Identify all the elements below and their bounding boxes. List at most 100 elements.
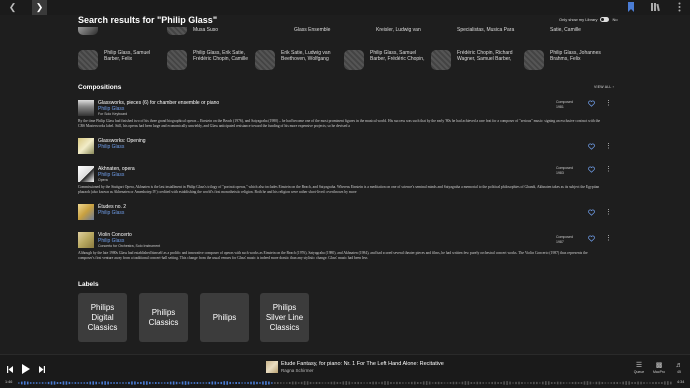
more-vertical-icon[interactable]: ⋮ (605, 209, 612, 216)
device-button[interactable]: ▩ MacPro (652, 361, 666, 374)
avatar (344, 50, 364, 70)
composition-item[interactable]: Glassworks, pieces (6) for chamber ensem… (78, 100, 613, 134)
library-toggle-label: Only show my Library (559, 17, 598, 22)
date-label: Composed (556, 235, 573, 239)
composition-date: Composed 1983 (556, 166, 573, 175)
time-total: 4:34 (677, 380, 685, 384)
composition-item[interactable]: Glassworks: Opening Philip Glass ⋮ (78, 138, 613, 156)
forward-button[interactable]: ❯ (32, 0, 47, 15)
avatar (78, 50, 98, 70)
person-card[interactable]: Kreisler, Ludwig van (350, 27, 421, 35)
person-name: Philip Glass, Johannes Brahms, Felix (550, 50, 601, 62)
composition-date: Composed 1981 (556, 100, 573, 109)
heart-icon[interactable] (588, 143, 595, 150)
composition-description: Although by the late 1980s Glass had est… (78, 251, 588, 260)
person-name: Specialistas, Musica Para (457, 27, 515, 33)
person-name: Kreisler, Ludwig van (376, 27, 421, 33)
heart-icon[interactable] (588, 166, 595, 173)
person-name: Philip Glass, Samuel Barber, Frédéric Ch… (370, 50, 425, 62)
now-playing-art[interactable] (266, 361, 278, 373)
person-name: Erik Satie, Ludwig van Beethoven, Wolfga… (281, 50, 331, 62)
date-value: 1981 (556, 104, 564, 109)
top-bar: ❮ ❯ (0, 0, 690, 15)
composition-item[interactable]: Études no. 2 Philip Glass ⋮ (78, 204, 613, 222)
progress-waveform[interactable] (18, 381, 673, 385)
date-value: 1983 (556, 170, 564, 175)
more-vertical-icon[interactable]: ⋮ (605, 100, 612, 107)
volume-value: 45 (677, 370, 681, 374)
chevron-left-icon: ❮ (8, 2, 17, 12)
bookmark-icon[interactable] (626, 2, 636, 12)
label-tile[interactable]: Philips Classics (139, 293, 188, 342)
composer-link[interactable]: Philip Glass (98, 144, 124, 150)
next-icon[interactable] (39, 366, 45, 373)
queue-icon: ☰ (635, 362, 643, 369)
library-toggle-state: No (612, 17, 618, 22)
label-tile[interactable]: Philips (200, 293, 249, 342)
person-card[interactable]: Philip Glass, Samuel Barber, Frédéric Ch… (344, 50, 430, 70)
play-icon[interactable] (22, 364, 30, 374)
avatar (167, 50, 187, 70)
heart-icon[interactable] (588, 100, 595, 107)
person-card[interactable]: Specialistas, Musica Para (431, 27, 514, 35)
library-icon[interactable] (650, 2, 660, 12)
person-card[interactable]: Philip Glass, Johannes Brahms, Felix (524, 50, 610, 70)
chevron-right-icon: ❯ (35, 2, 44, 12)
person-card[interactable]: Musa Suso (167, 27, 218, 35)
person-card[interactable] (78, 27, 98, 35)
device-label: MacPro (652, 370, 666, 374)
library-toggle[interactable]: Only show my Library No (559, 17, 618, 22)
person-card[interactable]: Glass Ensemble (268, 27, 330, 35)
people-row-partial: Musa Suso Glass Ensemble Kreisler, Ludwi… (78, 27, 678, 39)
composer-link[interactable]: Philip Glass (98, 210, 124, 216)
heart-icon[interactable] (588, 209, 595, 216)
now-playing-artist[interactable]: Ragna Schirmer (281, 368, 314, 373)
previous-icon[interactable] (7, 366, 13, 373)
album-art (78, 138, 94, 154)
more-vertical-icon[interactable]: ⋮ (605, 143, 612, 150)
composition-description: Commissioned by the Stuttgart Opera, Akh… (78, 185, 600, 194)
avatar (255, 50, 275, 70)
person-card[interactable]: Frédéric Chopin, Richard Wagner, Samuel … (431, 50, 517, 70)
avatar (524, 50, 544, 70)
person-card[interactable]: Philip Glass, Erik Satie, Frédéric Chopi… (167, 50, 253, 70)
toggle-switch[interactable] (600, 17, 610, 22)
album-art (78, 166, 94, 182)
person-card[interactable]: Erik Satie, Ludwig van Beethoven, Wolfga… (255, 50, 341, 70)
view-all-label: VIEW ALL (594, 85, 612, 89)
now-playing-title[interactable]: Etude Fantasy, for piano: Nr. 1 For The … (281, 361, 444, 367)
heart-icon[interactable] (588, 235, 595, 242)
more-vertical-icon[interactable]: ⋮ (605, 166, 612, 173)
composition-description: By the time Philip Glass had finished tw… (78, 119, 601, 128)
more-vertical-icon[interactable]: ⋮ (605, 235, 612, 242)
menu-icon[interactable] (674, 2, 684, 12)
queue-button[interactable]: ☰ Queue (632, 361, 646, 374)
date-label: Composed (556, 166, 573, 170)
album-art (78, 204, 94, 220)
player-bar: Etude Fantasy, for piano: Nr. 1 For The … (0, 354, 690, 388)
label-tile[interactable]: Philips Silver Line Classics (260, 293, 309, 342)
person-name: Satie, Camille (550, 27, 581, 33)
person-name: Philip Glass, Samuel Barber, Felix (104, 50, 151, 62)
avatar (431, 50, 451, 70)
volume-button[interactable]: ♬ 45 (672, 361, 686, 374)
composition-genre: For Solo Keyboard (98, 112, 128, 116)
speaker-icon: ▩ (655, 362, 663, 369)
volume-icon: ♬ (675, 362, 683, 369)
composition-item[interactable]: Violin Concerto Philip Glass Concerto fo… (78, 232, 613, 272)
view-all-link[interactable]: VIEW ALL › (594, 85, 614, 89)
person-name: Philip Glass, Erik Satie, Frédéric Chopi… (193, 50, 249, 62)
composition-item[interactable]: Akhnaten, opera Philip Glass Opera Compo… (78, 166, 613, 200)
person-card[interactable]: Satie, Camille (524, 27, 581, 35)
album-art (78, 100, 94, 116)
person-card[interactable]: Philip Glass, Samuel Barber, Felix (78, 50, 164, 70)
queue-label: Queue (633, 370, 645, 374)
time-elapsed: 1:46 (5, 380, 13, 384)
back-button[interactable]: ❮ (5, 0, 20, 15)
composition-date: Composed 1987 (556, 235, 573, 244)
album-art (78, 232, 94, 248)
page-title: Search results for "Philip Glass" (78, 15, 218, 25)
label-tile[interactable]: Philips Digital Classics (78, 293, 127, 342)
date-label: Composed (556, 100, 573, 104)
avatar (78, 27, 98, 35)
